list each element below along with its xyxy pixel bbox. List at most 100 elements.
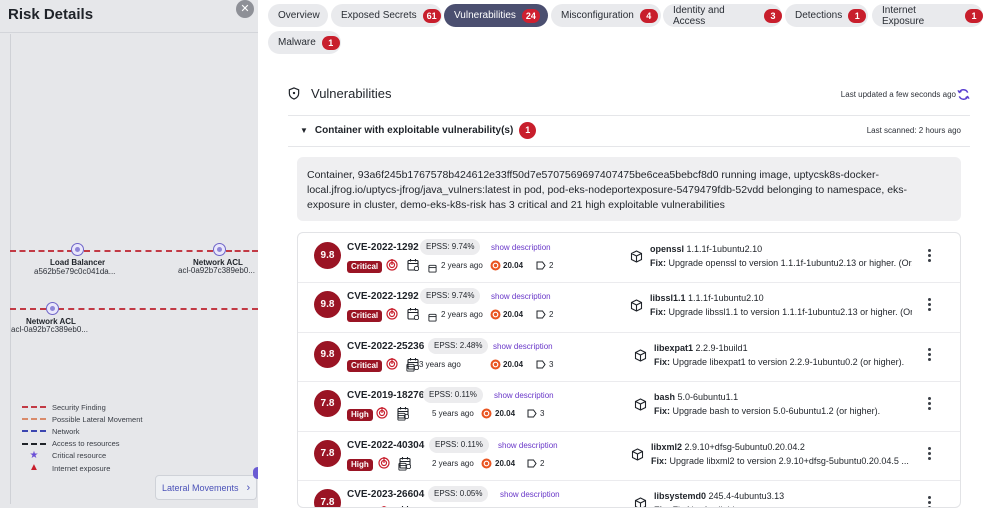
cve-id: CVE-2022-25236 bbox=[347, 340, 425, 352]
calendar-icon bbox=[428, 264, 437, 273]
graph-line bbox=[10, 34, 11, 504]
calendar-icon bbox=[407, 258, 419, 271]
legend-label: Network bbox=[52, 426, 80, 436]
tab-label: Internet Exposure bbox=[882, 4, 925, 27]
more-options-icon[interactable] bbox=[928, 446, 932, 461]
close-icon[interactable]: ✕ bbox=[236, 0, 254, 18]
package-icon bbox=[634, 348, 647, 362]
tab-identity-and-access[interactable]: Identity and Access 3 bbox=[663, 4, 782, 27]
tab-label: Overview bbox=[278, 10, 320, 21]
fix-text: Upgrade libssl1.1 to version 1.1.1f-1ubu… bbox=[668, 307, 912, 317]
show-description-link[interactable]: show description bbox=[491, 292, 551, 301]
fix-recommendation: Fix: Upgrade openssl to version 1.1.1f-1… bbox=[650, 258, 912, 268]
network-acl-node-icon[interactable] bbox=[46, 302, 59, 315]
tag-icon bbox=[536, 261, 546, 269]
show-description-link[interactable]: show description bbox=[500, 490, 560, 499]
vulnerability-row[interactable]: 7.8 CVE-2022-40304 EPSS: 0.11% show descrip… bbox=[298, 432, 960, 481]
fix-label: Fix: bbox=[650, 257, 667, 268]
vulnerability-row[interactable]: 7.8 CVE-2019-18276 EPSS: 0.11% show descrip… bbox=[298, 382, 960, 432]
fix-recommendation: Fix: Upgrade bash to version 5.0-6ubuntu… bbox=[654, 406, 916, 416]
node-subtitle: acl-0a92b7c389eb0... bbox=[11, 325, 88, 334]
container-group-title: Container with exploitable vulnerability… bbox=[314, 125, 514, 136]
description-line: exposure in cluster, demo-eks-k8s-risk h… bbox=[307, 199, 725, 211]
container-description: Container, 93a6f245b1767578b424612e33ff5… bbox=[297, 157, 961, 221]
published-age: 2 years ago bbox=[432, 458, 474, 468]
legend-item: Network bbox=[22, 425, 142, 437]
vulnerability-row[interactable]: 9.8 CVE-2022-25236 EPSS: 2.48% show descrip… bbox=[298, 333, 960, 382]
node-title: Load Balancer bbox=[50, 258, 106, 267]
fix-recommendation: Fix: Upgrade libssl1.1 to version 1.1.1f… bbox=[650, 307, 912, 317]
count-badge: 3 bbox=[764, 8, 782, 23]
count-badge: 4 bbox=[639, 8, 658, 23]
vulnerability-row[interactable]: 9.8 CVE-2022-1292 EPSS: 9.74% show descript… bbox=[298, 234, 960, 283]
container-group-toggle[interactable]: ▼ Container with exploitable vulnerabili… bbox=[300, 122, 537, 139]
calendar-icon bbox=[406, 363, 415, 372]
graph-legend: Security Finding Possible Lateral Moveme… bbox=[22, 401, 142, 474]
count-badge: 1 bbox=[848, 8, 867, 23]
node-subtitle: a562b5e79c0c041da... bbox=[34, 267, 116, 276]
calendar-icon bbox=[397, 412, 406, 421]
exploit-target-icon bbox=[386, 308, 398, 320]
last-updated-text: Last updated a few seconds ago bbox=[840, 90, 956, 99]
legend-item: Possible Lateral Movement bbox=[22, 413, 142, 425]
cvss-score: 7.8 bbox=[314, 489, 341, 507]
vulnerability-row[interactable]: 7.8 CVE-2023-26604 EPSS: 0.05% show descrip… bbox=[298, 481, 960, 507]
os-version: 20.04 bbox=[503, 260, 524, 270]
tab-detections[interactable]: Detections 1 bbox=[785, 4, 868, 27]
package-info: libxml2 2.9.10+dfsg-5ubuntu0.20.04.2 bbox=[651, 442, 805, 452]
show-description-link[interactable]: show description bbox=[493, 342, 553, 351]
show-description-link[interactable]: show description bbox=[491, 243, 551, 252]
tag-icon bbox=[527, 459, 537, 467]
chevron-right-icon: › bbox=[246, 481, 251, 494]
lateral-movements-button[interactable]: Lateral Movements › bbox=[155, 475, 257, 500]
exploit-target-icon bbox=[386, 258, 398, 271]
exploit-target-icon bbox=[376, 407, 388, 419]
show-description-link[interactable]: show description bbox=[494, 391, 554, 400]
fix-recommendation: Fix: Upgrade libexpat1 to version 2.2.9-… bbox=[654, 357, 916, 367]
network-acl-node-icon[interactable] bbox=[213, 243, 226, 256]
more-options-icon[interactable] bbox=[928, 496, 932, 507]
tab-overview[interactable]: Overview bbox=[268, 4, 328, 27]
tag-count: 3 bbox=[540, 409, 545, 418]
more-options-icon[interactable] bbox=[928, 298, 932, 312]
cve-id: CVE-2023-26604 bbox=[347, 489, 425, 500]
security-finding-edge bbox=[58, 308, 258, 310]
tag-icon bbox=[527, 409, 537, 418]
tab-exposed-secrets[interactable]: Exposed Secrets 61 bbox=[331, 4, 442, 27]
security-finding-edge bbox=[84, 250, 213, 252]
package-name: libxml2 bbox=[651, 441, 683, 452]
more-options-icon[interactable] bbox=[928, 248, 932, 263]
count-badge: 24 bbox=[521, 8, 540, 23]
legend-label: Possible Lateral Movement bbox=[52, 414, 143, 424]
fix-label: Fix: bbox=[654, 406, 671, 416]
tab-label: Misconfiguration bbox=[561, 10, 634, 21]
fix-text: Upgrade libxml2 to version 2.9.10+dfsg-5… bbox=[669, 455, 909, 466]
more-options-icon[interactable] bbox=[928, 347, 932, 362]
tab-misconfiguration[interactable]: Misconfiguration 4 bbox=[551, 4, 661, 27]
tab-label: Vulnerabilities bbox=[454, 10, 516, 21]
tab-malware[interactable]: Malware 1 bbox=[268, 31, 341, 54]
cvss-score: 7.8 bbox=[314, 390, 341, 417]
show-description-link[interactable]: show description bbox=[498, 441, 558, 450]
divider bbox=[288, 146, 970, 147]
tab-internet-exposure[interactable]: Internet Exposure 1 bbox=[872, 4, 983, 27]
published-age: 5 years ago bbox=[432, 409, 474, 418]
fix-recommendation: Fix: Upgrade libxml2 to version 2.9.10+d… bbox=[651, 456, 913, 466]
refresh-icon[interactable] bbox=[957, 88, 970, 101]
package-version: 1.1.1f-1ubuntu2.10 bbox=[686, 243, 763, 254]
calendar-icon bbox=[407, 308, 419, 320]
severity-badge: Critical bbox=[347, 260, 383, 273]
fix-text: Upgrade openssl to version 1.1.1f-1ubunt… bbox=[668, 257, 912, 268]
cve-id: CVE-2022-1292 bbox=[347, 291, 419, 302]
package-icon bbox=[631, 447, 644, 461]
star-icon: ★ bbox=[29, 449, 39, 461]
package-version: 5.0-6ubuntu1.1 bbox=[677, 392, 739, 402]
tab-vulnerabilities[interactable]: Vulnerabilities 24 bbox=[444, 4, 548, 27]
tag-count: 2 bbox=[549, 310, 554, 319]
fix-text: Upgrade bash to version 5.0-6ubuntu1.2 (… bbox=[672, 406, 881, 416]
package-version: 2.9.10+dfsg-5ubuntu0.20.04.2 bbox=[684, 441, 805, 452]
more-options-icon[interactable] bbox=[928, 397, 932, 411]
os-version: 20.04 bbox=[495, 409, 516, 418]
vulnerability-row[interactable]: 9.8 CVE-2022-1292 EPSS: 9.74% show descript… bbox=[298, 283, 960, 333]
load-balancer-node-icon[interactable] bbox=[71, 243, 84, 256]
